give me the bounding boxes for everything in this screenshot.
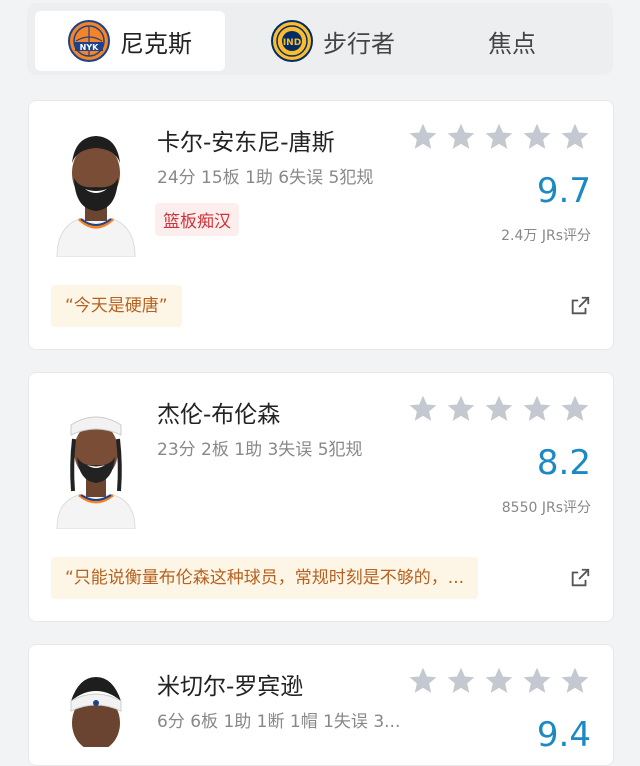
player-badge: 篮板痴汉 bbox=[155, 203, 239, 236]
star-icon[interactable] bbox=[407, 665, 439, 697]
star-icon[interactable] bbox=[521, 665, 553, 697]
star-icon[interactable] bbox=[407, 393, 439, 425]
player-rating: 9.4 bbox=[536, 715, 591, 755]
player-avatar bbox=[49, 123, 143, 257]
star-icon[interactable] bbox=[559, 121, 591, 153]
pacers-logo-icon: IND bbox=[271, 20, 313, 62]
star-icon[interactable] bbox=[445, 121, 477, 153]
player-card[interactable]: 杰伦-布伦森 23分 2板 1助 3失误 5犯规 8.2 8550 JRs评分 … bbox=[28, 372, 614, 622]
knicks-logo-icon: NYK bbox=[68, 20, 110, 62]
star-icon[interactable] bbox=[559, 393, 591, 425]
star-icon[interactable] bbox=[483, 393, 515, 425]
share-icon[interactable] bbox=[569, 567, 591, 589]
hot-comment[interactable]: “只能说衡量布伦森这种球员，常规时刻是不够的，... bbox=[51, 557, 479, 599]
team-tab-bar: NYK 尼克斯 IND 步行者 焦点 bbox=[27, 3, 613, 75]
hot-comment[interactable]: “今天是硬唐” bbox=[51, 285, 182, 327]
player-stats: 24分 15板 1助 6失误 5犯规 bbox=[157, 168, 374, 188]
tab-label: 焦点 bbox=[488, 29, 536, 58]
player-name: 米切尔-罗宾逊 bbox=[157, 674, 304, 700]
rating-stars[interactable] bbox=[407, 393, 591, 425]
star-icon[interactable] bbox=[445, 665, 477, 697]
share-icon[interactable] bbox=[569, 295, 591, 317]
star-icon[interactable] bbox=[559, 665, 591, 697]
player-stats: 6分 6板 1助 1断 1帽 1失误 3... bbox=[157, 712, 401, 732]
player-rating: 9.7 bbox=[536, 171, 591, 211]
svg-text:IND: IND bbox=[283, 38, 301, 48]
player-name: 杰伦-布伦森 bbox=[157, 402, 281, 428]
svg-text:NYK: NYK bbox=[80, 43, 99, 52]
tab-pacers[interactable]: IND 步行者 bbox=[253, 11, 413, 71]
rating-count: 8550 JRs评分 bbox=[501, 500, 591, 516]
player-name: 卡尔-安东尼-唐斯 bbox=[157, 130, 335, 156]
tab-focus[interactable]: 焦点 bbox=[447, 11, 577, 71]
player-card[interactable]: 米切尔-罗宾逊 6分 6板 1助 1断 1帽 1失误 3... 9.4 bbox=[28, 644, 614, 766]
tab-label: 步行者 bbox=[323, 29, 395, 58]
star-icon[interactable] bbox=[521, 121, 553, 153]
star-icon[interactable] bbox=[445, 393, 477, 425]
player-avatar bbox=[49, 667, 143, 747]
player-stats: 23分 2板 1助 3失误 5犯规 bbox=[157, 440, 363, 460]
tab-knicks[interactable]: NYK 尼克斯 bbox=[35, 11, 225, 71]
star-icon[interactable] bbox=[483, 121, 515, 153]
tab-label: 尼克斯 bbox=[120, 29, 192, 58]
star-icon[interactable] bbox=[483, 665, 515, 697]
player-avatar bbox=[49, 395, 143, 529]
star-icon[interactable] bbox=[407, 121, 439, 153]
rating-stars[interactable] bbox=[407, 665, 591, 697]
rating-count: 2.4万 JRs评分 bbox=[501, 228, 591, 244]
star-icon[interactable] bbox=[521, 393, 553, 425]
rating-stars[interactable] bbox=[407, 121, 591, 153]
player-card[interactable]: 卡尔-安东尼-唐斯 24分 15板 1助 6失误 5犯规 篮板痴汉 9.7 2.… bbox=[28, 100, 614, 350]
player-rating: 8.2 bbox=[536, 443, 591, 483]
